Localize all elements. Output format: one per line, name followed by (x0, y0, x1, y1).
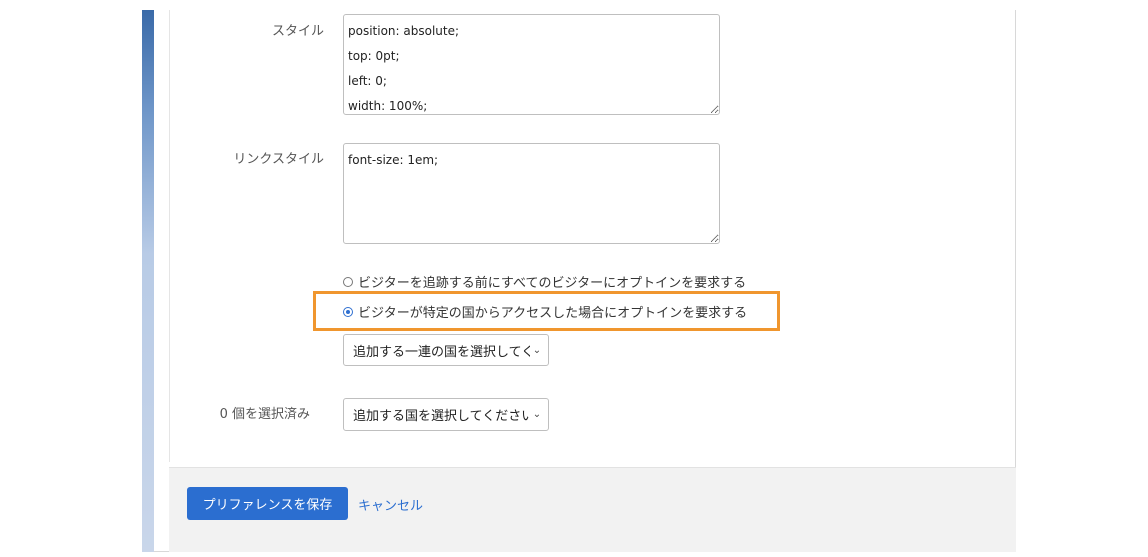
country-group-select[interactable]: 追加する一連の国を選択してく ⌄ (343, 334, 549, 366)
optin-specific-countries-option[interactable]: ビジターが特定の国からアクセスした場合にオプトインを要求する (343, 302, 747, 321)
radio-unchecked[interactable] (343, 276, 353, 287)
country-select[interactable]: 追加する国を選択してください ⌄ (343, 398, 549, 431)
radio-checked[interactable] (343, 306, 353, 317)
link-style-textarea[interactable]: font-size: 1em; (343, 143, 720, 244)
optin-all-visitors-option[interactable]: ビジターを追跡する前にすべてのビジターにオプトインを要求する (343, 272, 746, 291)
style-textarea[interactable]: position: absolute; top: 0pt; left: 0; w… (343, 14, 720, 115)
cancel-link[interactable]: キャンセル (358, 495, 423, 514)
country-group-select-value: 追加する一連の国を選択してく (353, 344, 530, 360)
save-preferences-button[interactable]: プリファレンスを保存 (187, 487, 348, 520)
chevron-down-icon: ⌄ (532, 409, 542, 420)
country-select-value: 追加する国を選択してください (353, 409, 530, 424)
selected-count-label: 0 個を選択済み (219, 407, 310, 422)
optin-all-visitors-label: ビジターを追跡する前にすべてのビジターにオプトインを要求する (358, 276, 747, 291)
style-label: スタイル (271, 24, 324, 39)
optin-specific-countries-label: ビジターが特定の国からアクセスした場合にオプトインを要求する (358, 306, 748, 321)
link-style-label: リンクスタイル (233, 152, 324, 167)
chevron-down-icon: ⌄ (532, 344, 542, 356)
sidebar-strip (142, 10, 154, 552)
